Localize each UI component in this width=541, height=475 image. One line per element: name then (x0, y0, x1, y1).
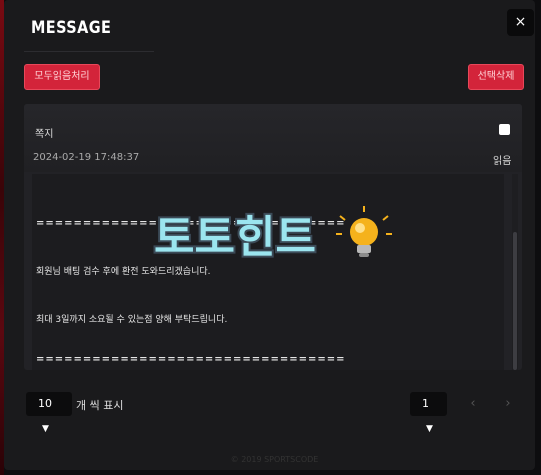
watermark-logo: 토토힌트 (152, 206, 392, 265)
chevron-down-icon: ▼ (426, 424, 433, 434)
message-line: ================================= (36, 354, 346, 365)
message-kind: 쪽지 (35, 129, 54, 140)
chevron-down-icon: ▼ (42, 424, 49, 434)
message-modal: MESSAGE × 모두읽음처리 선택삭제 쪽지 2024-02-19 17:4… (4, 0, 535, 470)
per-page-select[interactable]: 10 ▼ (26, 392, 72, 434)
read-status: 읽음 (493, 156, 512, 167)
scrollbar-thumb[interactable] (513, 232, 517, 370)
footer-text: © 2019 SPORTSCODE (230, 455, 319, 464)
per-page-label: 개 씩 표시 (76, 399, 124, 412)
select-checkbox[interactable] (499, 124, 510, 135)
modal-title: MESSAGE (31, 18, 112, 38)
message-line: 최대 3일까지 소요될 수 있는점 양해 부탁드립니다. (36, 315, 228, 325)
close-button[interactable]: × (507, 9, 534, 36)
watermark-text: 토토힌트 (154, 212, 316, 263)
page-value: 1 (422, 397, 429, 410)
message-date: 2024-02-19 17:48:37 (33, 152, 140, 163)
delete-selected-button[interactable]: 선택삭제 (468, 64, 524, 90)
chevron-right-icon: › (505, 396, 511, 411)
next-page-button[interactable]: › (495, 392, 521, 416)
mark-all-read-button[interactable]: 모두읽음처리 (24, 64, 100, 90)
title-divider (24, 51, 154, 52)
per-page-value: 10 (38, 397, 52, 410)
message-header[interactable]: 쪽지 2024-02-19 17:48:37 읽음 (24, 104, 522, 172)
prev-page-button[interactable]: ‹ (460, 392, 486, 416)
chevron-left-icon: ‹ (470, 396, 476, 411)
page-select[interactable]: 1▼ (410, 392, 447, 434)
lightbulb-icon (336, 206, 392, 257)
